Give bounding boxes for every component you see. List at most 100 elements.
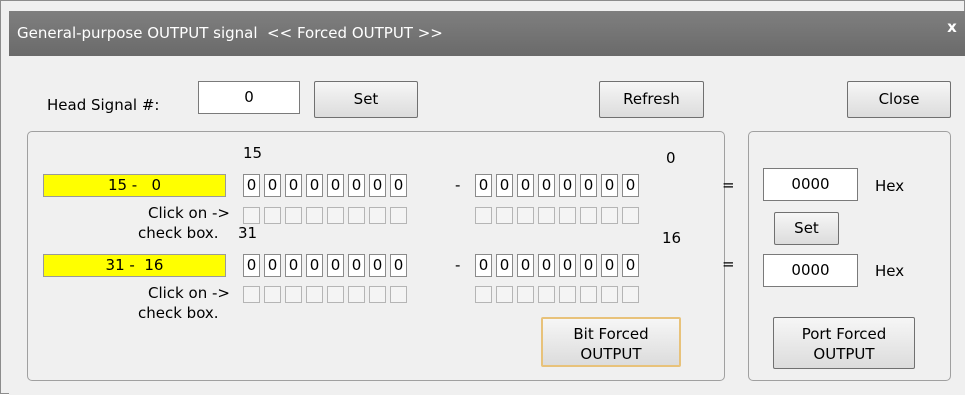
bit-4: 0 [538, 174, 555, 197]
bit-22: 0 [496, 254, 513, 277]
bit-9: 0 [369, 174, 386, 197]
dialog-window: General-purpose OUTPUT signal << Forced … [0, 0, 965, 395]
hex-low-unit: Hex [875, 177, 905, 195]
refresh-button-label: Refresh [623, 90, 680, 108]
bit-30-checkbox[interactable] [264, 286, 281, 303]
bit-25-checkbox[interactable] [369, 286, 386, 303]
bit-24-checkbox[interactable] [390, 286, 407, 303]
bit-4-checkbox[interactable] [538, 207, 555, 224]
bit-22-checkbox[interactable] [496, 286, 513, 303]
bit-12-checkbox[interactable] [306, 207, 323, 224]
set-port-button-label: Set [794, 219, 819, 237]
set-head-button-label: Set [353, 90, 379, 108]
bit-5-checkbox[interactable] [517, 207, 534, 224]
bit-20: 0 [538, 254, 555, 277]
bit-17-checkbox[interactable] [601, 286, 618, 303]
bit-30: 0 [264, 254, 281, 277]
row1-check-hint: check box. [138, 224, 219, 242]
bit-11: 0 [327, 174, 344, 197]
bit-0-checkbox[interactable] [622, 207, 639, 224]
bit-16: 0 [622, 254, 639, 277]
row2-range-label: 31 - 16 [43, 254, 226, 277]
bit-forced-output-button[interactable]: Bit Forced OUTPUT [541, 317, 681, 367]
bit-2: 0 [580, 174, 597, 197]
bit-18: 0 [580, 254, 597, 277]
row1-click-hint: Click on -> [148, 204, 230, 222]
row1-equals: = [722, 176, 735, 194]
bit-25: 0 [369, 254, 386, 277]
row1-separator: - [455, 176, 461, 194]
bit-8-checkbox[interactable] [390, 207, 407, 224]
bit-7-checkbox[interactable] [475, 207, 492, 224]
bit-6-checkbox[interactable] [496, 207, 513, 224]
bit-27-checkbox[interactable] [327, 286, 344, 303]
bit-26: 0 [348, 254, 365, 277]
bit-19-checkbox[interactable] [559, 286, 576, 303]
refresh-button[interactable]: Refresh [599, 81, 704, 118]
bit-24: 0 [390, 254, 407, 277]
bit-31-checkbox[interactable] [243, 286, 260, 303]
bit-31: 0 [243, 254, 260, 277]
bit-15: 0 [243, 174, 260, 197]
bit-forced-label-line1: Bit Forced [573, 325, 649, 343]
row2-high-bits: 0 0 0 0 0 0 0 0 [243, 254, 407, 277]
bit-28-checkbox[interactable] [306, 286, 323, 303]
bit-16-checkbox[interactable] [622, 286, 639, 303]
row1-low-bits: 0 0 0 0 0 0 0 0 [475, 174, 639, 197]
row1-low-checkboxes [475, 207, 639, 224]
bit-21-checkbox[interactable] [517, 286, 534, 303]
bit-2-checkbox[interactable] [580, 207, 597, 224]
bit-29: 0 [285, 254, 302, 277]
bit-14-checkbox[interactable] [264, 207, 281, 224]
bit-19: 0 [559, 254, 576, 277]
bit-14: 0 [264, 174, 281, 197]
title-bar[interactable]: General-purpose OUTPUT signal << Forced … [9, 11, 965, 56]
close-button[interactable]: Close [847, 81, 951, 118]
row2-right-bit-number: 16 [662, 229, 682, 247]
bit-20-checkbox[interactable] [538, 286, 555, 303]
bit-7: 0 [475, 174, 492, 197]
bit-12: 0 [306, 174, 323, 197]
row2-click-hint: Click on -> [148, 284, 230, 302]
bit-29-checkbox[interactable] [285, 286, 302, 303]
set-port-button[interactable]: Set [774, 212, 839, 245]
bit-26-checkbox[interactable] [348, 286, 365, 303]
bit-11-checkbox[interactable] [327, 207, 344, 224]
bit-3-checkbox[interactable] [559, 207, 576, 224]
head-signal-input[interactable]: 0 [198, 81, 300, 114]
bit-1-checkbox[interactable] [601, 207, 618, 224]
bit-23-checkbox[interactable] [475, 286, 492, 303]
bit-17: 0 [601, 254, 618, 277]
bit-28: 0 [306, 254, 323, 277]
bit-18-checkbox[interactable] [580, 286, 597, 303]
head-signal-label: Head Signal #: [47, 96, 159, 114]
port-forced-label-line2: OUTPUT [813, 345, 875, 363]
row2-low-bits: 0 0 0 0 0 0 0 0 [475, 254, 639, 277]
row1-high-checkboxes [243, 207, 407, 224]
hex-low-input[interactable]: 0000 [763, 168, 858, 201]
bit-6: 0 [496, 174, 513, 197]
bit-0: 0 [622, 174, 639, 197]
row2-equals: = [722, 255, 735, 273]
bit-3: 0 [559, 174, 576, 197]
set-head-button[interactable]: Set [314, 81, 418, 118]
bit-forced-label-line2: OUTPUT [580, 345, 642, 363]
bit-27: 0 [327, 254, 344, 277]
hex-high-input[interactable]: 0000 [763, 254, 858, 287]
bit-output-group: 15 0 15 - 0 0 0 0 0 0 0 0 0 - 0 0 0 0 0 … [27, 131, 725, 381]
row2-low-checkboxes [475, 286, 639, 303]
bit-13: 0 [285, 174, 302, 197]
bit-10: 0 [348, 174, 365, 197]
row2-high-checkboxes [243, 286, 407, 303]
bit-5: 0 [517, 174, 534, 197]
row1-high-bits: 0 0 0 0 0 0 0 0 [243, 174, 407, 197]
bit-9-checkbox[interactable] [369, 207, 386, 224]
bit-13-checkbox[interactable] [285, 207, 302, 224]
bit-10-checkbox[interactable] [348, 207, 365, 224]
port-forced-output-button[interactable]: Port Forced OUTPUT [773, 317, 915, 369]
row1-left-bit-number: 15 [243, 144, 263, 162]
hex-high-unit: Hex [875, 262, 905, 280]
bit-15-checkbox[interactable] [243, 207, 260, 224]
dialog-body: Head Signal #: 0 Set Refresh Close 15 0 … [9, 56, 965, 395]
close-icon[interactable]: x [942, 17, 962, 37]
